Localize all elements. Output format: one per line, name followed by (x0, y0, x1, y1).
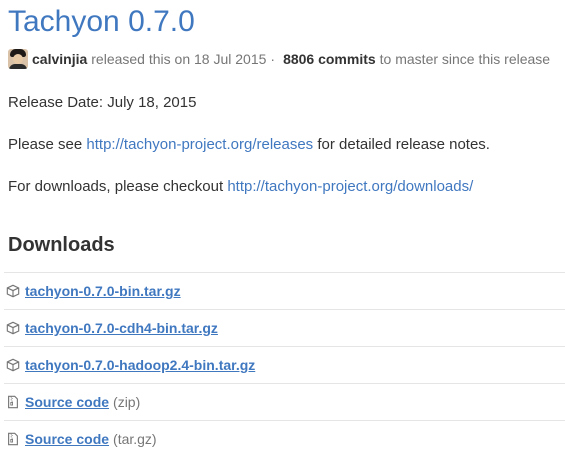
downloads-heading: Downloads (8, 234, 115, 256)
download-item: tachyon-0.7.0-bin.tar.gz (4, 273, 565, 310)
source-code-zip-link[interactable]: Source code (25, 394, 109, 410)
download-item: tachyon-0.7.0-cdh4-bin.tar.gz (4, 310, 565, 347)
commits-suffix: to master since this release (379, 51, 551, 67)
file-zip-icon (8, 432, 18, 446)
download-link[interactable]: tachyon-0.7.0-bin.tar.gz (25, 283, 181, 299)
release-date: Release Date: July 18, 2015 (8, 94, 197, 111)
downloads-link[interactable]: http://tachyon-project.org/downloads/ (227, 178, 473, 195)
download-item: Source code (tar.gz) (4, 421, 565, 456)
commits-count-link[interactable]: 8806 commits (283, 49, 376, 69)
release-page: Tachyon 0.7.0 calvinjia released this on… (0, 0, 565, 456)
meta-separator: · (270, 51, 276, 67)
see-suffix: for detailed release notes. (317, 136, 490, 153)
release-title[interactable]: Tachyon 0.7.0 (8, 0, 195, 40)
releases-link[interactable]: http://tachyon-project.org/releases (86, 136, 313, 153)
downloads-paragraph: For downloads, please checkout http://ta… (8, 177, 473, 197)
avatar[interactable] (8, 49, 28, 69)
download-item: Source code (zip) (4, 384, 565, 421)
package-icon (6, 284, 20, 298)
download-suffix: (tar.gz) (113, 431, 157, 447)
package-icon (6, 358, 20, 372)
file-zip-icon (8, 395, 18, 409)
download-link[interactable]: tachyon-0.7.0-cdh4-bin.tar.gz (25, 320, 218, 336)
release-meta: calvinjia released this on 18 Jul 2015 ·… (8, 49, 565, 69)
download-link[interactable]: tachyon-0.7.0-hadoop2.4-bin.tar.gz (25, 357, 255, 373)
source-code-targz-link[interactable]: Source code (25, 431, 109, 447)
release-notes-paragraph: Please see http://tachyon-project.org/re… (8, 135, 490, 155)
download-item: tachyon-0.7.0-hadoop2.4-bin.tar.gz (4, 347, 565, 384)
downloads-list: tachyon-0.7.0-bin.tar.gz tachyon-0.7.0-c… (4, 272, 565, 456)
released-text: released this on 18 Jul 2015 (91, 51, 267, 67)
package-icon (6, 321, 20, 335)
downloads-prefix: For downloads, please checkout (8, 178, 224, 195)
download-suffix: (zip) (113, 394, 141, 410)
author-link[interactable]: calvinjia (32, 49, 87, 69)
see-prefix: Please see (8, 136, 83, 153)
